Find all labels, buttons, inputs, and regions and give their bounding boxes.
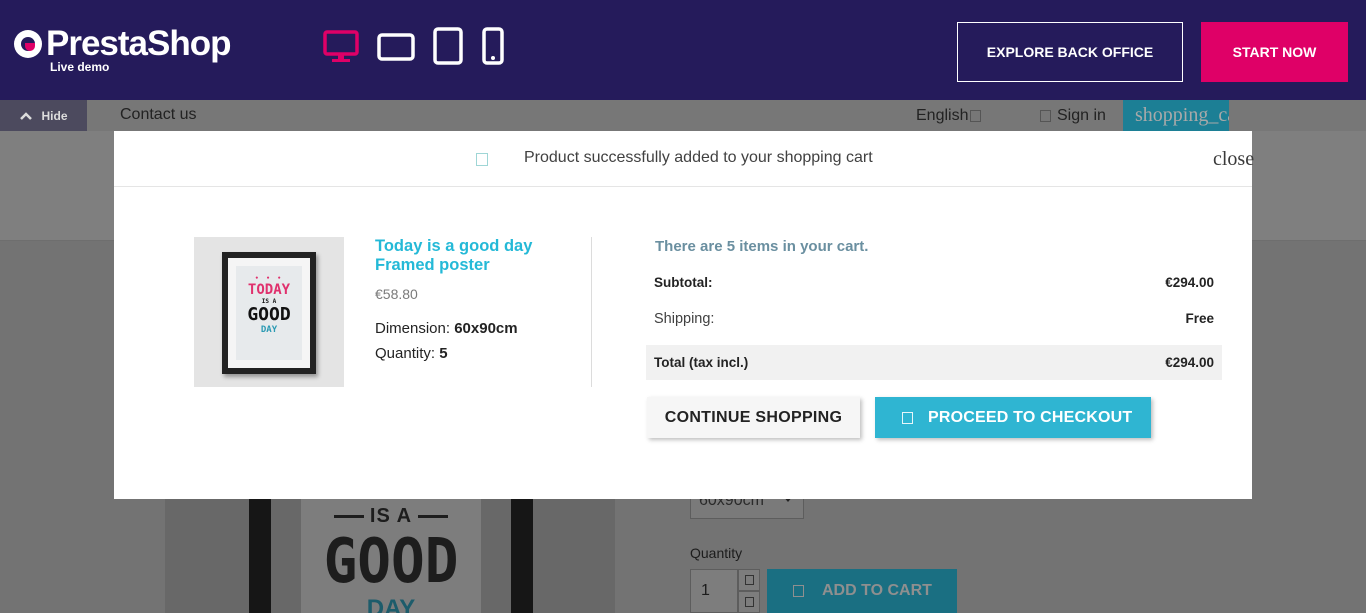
prestashop-logo[interactable]: PrestaShop Live demo xyxy=(14,26,231,74)
quantity-decrease-button[interactable] xyxy=(738,591,760,613)
continue-shopping-button[interactable]: CONTINUE SHOPPING xyxy=(647,397,860,438)
cart-items-count: There are 5 items in your cart. xyxy=(655,238,869,255)
hide-button[interactable]: Hide xyxy=(0,100,87,131)
close-button[interactable]: close xyxy=(1213,148,1254,171)
shipping-label: Shipping: xyxy=(654,311,715,327)
subtotal-value: €294.00 xyxy=(1165,275,1214,290)
subtotal-label: Subtotal: xyxy=(654,275,713,290)
product-price: €58.80 xyxy=(375,286,418,302)
thumb-poster-today: TODAY xyxy=(247,282,291,298)
frame-right xyxy=(511,499,533,613)
add-to-cart-button[interactable]: ADD TO CART xyxy=(767,569,957,613)
language-label: English xyxy=(916,107,969,124)
subtotal-row: Subtotal: €294.00 xyxy=(646,275,1222,295)
checkout-label: PROCEED TO CHECKOUT xyxy=(928,408,1133,426)
start-now-button[interactable]: START NOW xyxy=(1201,22,1348,82)
product-thumbnail: • • • TODAY IS A GOOD DAY xyxy=(194,237,344,387)
sign-in-link[interactable]: Sign in xyxy=(1040,107,1106,125)
dimension-label: Dimension: xyxy=(375,320,451,337)
modal-header: Product successfully added to your shopp… xyxy=(114,131,1254,187)
cart-link[interactable]: shopping_cart xyxy=(1123,100,1229,131)
arrow-up-icon xyxy=(745,575,754,585)
frame-left xyxy=(249,499,271,613)
quantity-label: Quantity xyxy=(690,545,743,561)
check-icon xyxy=(476,153,488,166)
contact-us-link[interactable]: Contact us xyxy=(120,106,196,124)
desktop-icon[interactable] xyxy=(322,27,360,70)
hide-label: Hide xyxy=(41,108,68,123)
poster-print: IS A GOOD DAY xyxy=(301,499,481,613)
poster-line-is-a: IS A xyxy=(369,505,413,527)
prestashop-puffin-icon xyxy=(14,30,42,58)
product-cover-image: IS A GOOD DAY xyxy=(165,499,615,613)
product-quantity: Quantity: 5 xyxy=(375,345,448,362)
dropdown-icon xyxy=(970,109,982,122)
shipping-row: Shipping: Free xyxy=(646,311,1222,331)
check-icon xyxy=(902,411,913,424)
total-value: €294.00 xyxy=(1165,355,1214,370)
modal-title: Product successfully added to your shopp… xyxy=(524,149,873,166)
poster-line-day: DAY xyxy=(366,595,416,613)
add-to-cart-label: ADD TO CART xyxy=(822,582,932,599)
brand-name: PrestaShop xyxy=(46,24,231,63)
dimension-value: 60x90cm xyxy=(454,320,518,337)
thumb-poster-good: GOOD xyxy=(247,304,291,325)
divider xyxy=(591,237,592,387)
total-row: Total (tax incl.) €294.00 xyxy=(646,345,1222,380)
laptop-icon[interactable] xyxy=(376,27,416,70)
cart-icon xyxy=(793,585,804,597)
language-selector[interactable]: English xyxy=(916,107,982,125)
quantity-label: Quantity: xyxy=(375,345,436,362)
tablet-icon[interactable] xyxy=(432,26,464,71)
phone-icon[interactable] xyxy=(480,26,506,71)
arrow-down-icon xyxy=(745,597,754,607)
proceed-to-checkout-button[interactable]: PROCEED TO CHECKOUT xyxy=(875,397,1151,438)
thumb-poster-day: DAY xyxy=(260,325,278,335)
device-switcher xyxy=(322,26,522,71)
product-name: Today is a good day Framed poster xyxy=(375,237,533,274)
demo-topbar: PrestaShop Live demo EXPLORE BACK OFFICE… xyxy=(0,0,1366,100)
cart-modal: Product successfully added to your shopp… xyxy=(114,131,1254,499)
poster-line-good: GOOD xyxy=(323,525,459,598)
quantity-input[interactable]: 1 xyxy=(690,569,738,613)
user-icon xyxy=(1040,109,1051,122)
chevron-up-icon xyxy=(20,111,33,120)
product-dimension: Dimension: 60x90cm xyxy=(375,320,518,337)
total-label: Total (tax incl.) xyxy=(654,355,749,370)
sign-in-label: Sign in xyxy=(1057,107,1106,124)
shipping-value: Free xyxy=(1185,311,1214,326)
quantity-value: 5 xyxy=(439,345,448,362)
explore-back-office-button[interactable]: EXPLORE BACK OFFICE xyxy=(957,22,1183,82)
quantity-increase-button[interactable] xyxy=(738,569,760,591)
